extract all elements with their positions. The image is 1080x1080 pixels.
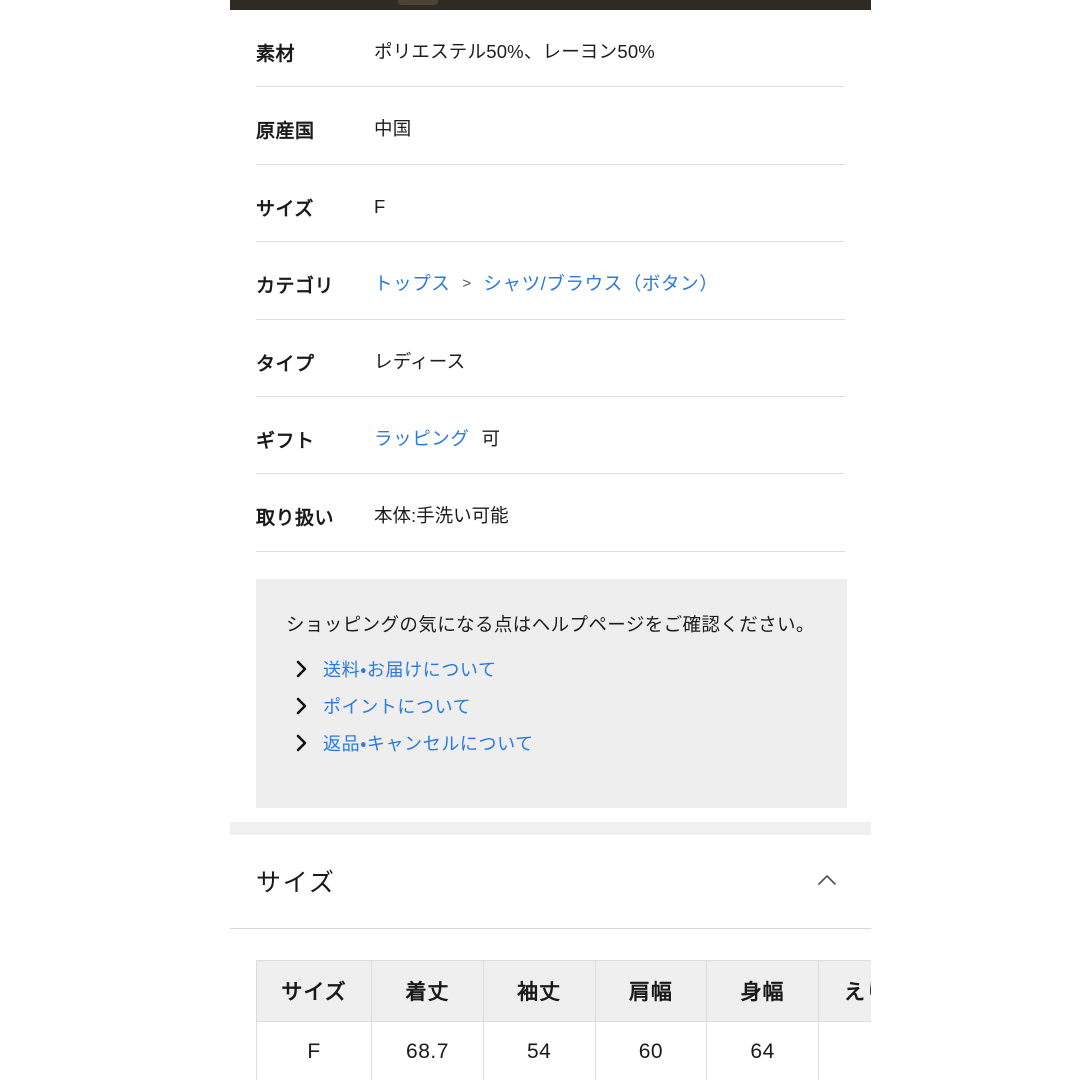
spec-row-category: カテゴリ トップス > シャツ/ブラウス（ボタン） [256,242,845,320]
size-table-header-cell: 着丈 [371,959,484,1022]
category-parent-link[interactable]: トップス [374,273,450,294]
size-section-header[interactable]: サイズ [230,835,871,928]
spec-label-care: 取り扱い [256,508,335,530]
spec-row-care: 取り扱い 本体:手洗い可能 [256,474,845,552]
size-table-cell: 64 [706,1020,819,1080]
spec-row-type: タイプ レディース [256,320,845,397]
size-table-header-row: サイズ 着丈 袖丈 肩幅 身幅 えり周り [255,959,871,1022]
size-table-scroll-area[interactable]: サイズ 着丈 袖丈 肩幅 身幅 えり周り F 68.7 54 [230,929,871,1080]
help-link-points[interactable]: ポイントについて [323,693,471,719]
spec-value-category: トップス > シャツ/ブラウス（ボタン） [374,242,845,296]
spec-label-size: サイズ [256,198,314,220]
help-panel: ショッピングの気になる点はヘルプページをご確認ください。 送料・お届けについて … [256,578,847,808]
chevron-right-icon [296,697,307,715]
help-link-row-points[interactable]: ポイントについて [256,688,847,725]
chevron-up-icon[interactable] [816,870,838,892]
section-divider-band [230,821,871,835]
mobile-viewport: 素材 ポリエステル50%、レーヨン50% 原産国 中国 サイズ F カテゴリ ト… [230,0,871,1080]
page-root: 素材 ポリエステル50%、レーヨン50% 原産国 中国 サイズ F カテゴリ ト… [0,0,1080,1080]
size-measurement-table: サイズ 着丈 袖丈 肩幅 身幅 えり周り F 68.7 54 [255,959,871,1080]
spec-row-origin: 原産国 中国 [256,87,845,165]
size-table-header-cell: 身幅 [706,959,819,1022]
gift-availability-text: 可 [481,427,501,449]
size-table-cell: 60 [594,1020,708,1080]
help-link-shipping[interactable]: 送料・お届けについて [323,656,497,682]
gift-wrapping-link[interactable]: ラッピング [374,428,470,449]
help-link-row-shipping[interactable]: 送料・お届けについて [256,651,847,688]
help-link-returns[interactable]: 返品・キャンセルについて [323,730,534,756]
table-row: F 68.7 54 60 64 - [255,1020,871,1080]
spec-row-material: 素材 ポリエステル50%、レーヨン50% [256,10,845,88]
spec-value-care: 本体:手洗い可能 [374,505,509,527]
spec-label-material: 素材 [256,44,296,65]
spec-value-type: レディース [374,350,466,372]
chevron-right-icon [296,734,307,752]
spec-value-material: ポリエステル50%、レーヨン50% [374,41,655,62]
spec-value-size: F [374,195,386,217]
size-section-title: サイズ [256,869,336,898]
size-section: サイズ サイズ 着丈 袖丈 肩幅 身幅 えり周り [230,835,871,1080]
spec-row-size: サイズ F [256,165,845,243]
size-table-cell: - [817,1020,871,1080]
help-link-row-returns[interactable]: 返品・キャンセルについて [256,725,847,762]
spec-label-type: タイプ [256,353,315,375]
product-spec-table: 素材 ポリエステル50%、レーヨン50% 原産国 中国 サイズ F カテゴリ ト… [230,10,871,552]
spec-row-gift: ギフト ラッピング可 [256,397,845,475]
size-table-cell: 68.7 [371,1020,484,1080]
app-top-bar [230,0,871,10]
spec-value-gift: ラッピング可 [374,397,845,451]
size-table-cell: 54 [482,1020,596,1080]
spec-label-origin: 原産国 [256,121,315,143]
size-table-header-cell: 袖丈 [482,959,596,1022]
size-table-header-cell: 肩幅 [594,959,708,1022]
help-panel-wrapper: ショッピングの気になる点はヘルプページをご確認ください。 送料・お届けについて … [230,552,871,808]
size-table-cell: F [255,1020,373,1080]
spec-value-origin: 中国 [374,118,412,140]
size-table-header-cell: えり周り [817,959,871,1022]
help-lead-text: ショッピングの気になる点はヘルプページをご確認ください。 [286,613,815,635]
spec-label-category: カテゴリ [256,276,335,298]
spec-label-gift: ギフト [256,430,315,452]
category-child-link[interactable]: シャツ/ブラウス（ボタン） [483,273,718,294]
top-bar-notch [398,0,438,5]
chevron-right-icon [296,660,307,678]
category-separator: > [462,275,472,293]
size-table-header-cell: サイズ [255,959,373,1022]
